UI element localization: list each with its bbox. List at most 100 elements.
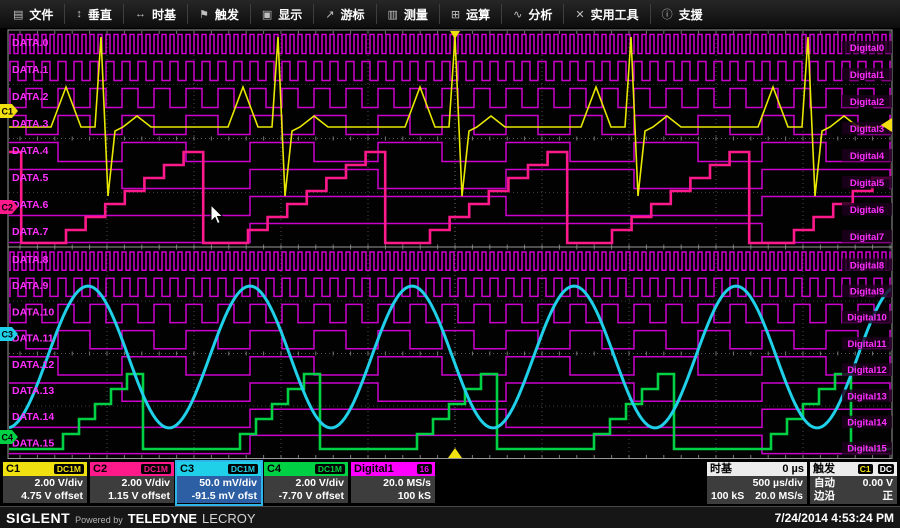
descriptor-scale: 20.0 MS/s (355, 477, 431, 490)
digital-label-right-8: Digital8 (850, 260, 884, 271)
menu-item-trigger[interactable]: ⚑触发 (188, 3, 250, 25)
descriptor-offset: 1.15 V offset (94, 490, 170, 503)
utilities-icon: ✕ (575, 8, 584, 21)
bus-label-left-6: DATA.6 (12, 199, 49, 211)
descriptor-scale: 50.0 mV/div (181, 477, 257, 490)
brand-teledyne: TELEDYNE (128, 511, 197, 526)
support-icon: ⓘ (662, 6, 673, 22)
digital-label-right-2: Digital2 (850, 97, 884, 108)
bus-label-left-9: DATA.9 (12, 280, 49, 292)
cursors-icon: ↗ (325, 8, 334, 21)
descriptor-c3[interactable]: C3 DC1M 50.0 mV/div-91.5 mV ofst (177, 462, 261, 504)
descriptor-values: 2.00 V/div1.15 V offset (90, 476, 174, 503)
digital-label-right-14: Digital14 (847, 418, 887, 429)
math-icon: ⊞ (451, 8, 460, 21)
digital-label-right-9: Digital9 (850, 287, 884, 298)
descriptor-c2[interactable]: C2DC1M2.00 V/div1.15 V offset (90, 462, 174, 504)
descriptor-c1[interactable]: C1DC1M2.00 V/div4.75 V offset (3, 462, 87, 504)
trigger-slope: 正 (883, 490, 894, 503)
trigger-level: 0.00 V (863, 477, 893, 490)
datetime-display: 7/24/2014 4:53:24 PM (775, 511, 894, 525)
menu-item-display[interactable]: ▣ 显示 (251, 3, 313, 25)
menu-bar: ▤文件 ↕ 垂直 ↔ 时基 ⚑触发 ▣ 显示 ↗ 游标 ▥测量 ⊞ 运算 ∿分析✕实用工具 ⓘ 支援 (0, 0, 900, 28)
descriptor-c4[interactable]: C4 DC1M 2.00 V/div-7.70 V offset (264, 462, 348, 504)
menu-item-support[interactable]: ⓘ 支援 (651, 3, 714, 25)
timebase-position: 0 µs (782, 462, 804, 476)
menu-item-label: 垂直 (88, 6, 112, 23)
descriptor-values: 20.0 MS/s100 kS (351, 476, 435, 503)
bus-label-left-11: DATA.11 (12, 333, 54, 345)
display-icon: ▣ (262, 8, 272, 21)
svg-text:C2: C2 (2, 203, 14, 213)
descriptor-offset: 4.75 V offset (7, 490, 83, 503)
menu-item-label: 文件 (29, 6, 53, 23)
svg-text:C4: C4 (2, 433, 14, 443)
trigger-icon: ⚑ (199, 8, 209, 21)
digital-trace-0 (9, 35, 891, 54)
menu-item-timebase[interactable]: ↔ 时基 (124, 3, 187, 25)
trigger-type: 边沿 (814, 490, 835, 503)
digital-label-right-15: Digital15 (847, 444, 887, 455)
descriptor-channel-name: C1 (6, 463, 20, 475)
descriptor-scale: 2.00 V/div (7, 477, 83, 490)
analysis-icon: ∿ (513, 8, 522, 21)
descriptor-scale: 2.00 V/div (268, 477, 344, 490)
digital-label-right-5: Digital5 (850, 178, 885, 189)
bus-label-left-15: DATA.15 (12, 437, 54, 449)
bus-label-left-14: DATA.14 (12, 411, 54, 423)
descriptor-coupling-badge: DC1M (315, 464, 345, 474)
digital-label-right-12: Digital12 (847, 365, 887, 376)
menu-item-utilities[interactable]: ✕实用工具 (564, 3, 649, 25)
svg-text:C1: C1 (2, 107, 14, 117)
timebase-panel[interactable]: 时基 0 µs 500 µs/div 100 kS 20.0 MS/s (707, 462, 807, 504)
descriptor-digital1[interactable]: Digital11620.0 MS/s100 kS (351, 462, 435, 504)
menu-item-measure[interactable]: ▥测量 (377, 3, 439, 25)
menu-item-math[interactable]: ⊞ 运算 (440, 3, 501, 25)
bus-label-left-4: DATA.4 (12, 145, 49, 157)
svg-text:C3: C3 (2, 330, 14, 340)
descriptor-offset: -91.5 mV ofst (181, 490, 257, 503)
descriptor-coupling-badge: DC1M (228, 464, 258, 474)
descriptor-values: 50.0 mV/div-91.5 mV ofst (177, 476, 261, 503)
digital-label-right-3: Digital3 (850, 124, 884, 135)
timebase-rate: 20.0 MS/s (755, 490, 803, 503)
descriptor-channel-name: C4 (267, 463, 281, 475)
digital-label-right-0: Digital0 (850, 43, 884, 54)
bus-label-left-2: DATA.2 (12, 91, 49, 103)
menu-item-label: 运算 (466, 6, 490, 23)
bus-label-left-3: DATA.3 (12, 118, 49, 130)
digital-label-right-11: Digital11 (847, 339, 887, 350)
descriptor-offset: -7.70 V offset (268, 490, 344, 503)
menu-item-label: 显示 (278, 6, 302, 23)
bus-label-left-8: DATA.8 (12, 254, 49, 266)
brand-logo: SIGLENT Powered by TELEDYNE LECROY (6, 510, 256, 526)
timebase-icon: ↔ (135, 8, 146, 20)
digital-label-right-1: Digital1 (850, 70, 885, 81)
brand-siglent: SIGLENT (6, 510, 70, 526)
menu-item-label: 支援 (679, 6, 703, 23)
timebase-samples: 100 kS (711, 490, 744, 503)
trigger-mode: 自动 (814, 477, 835, 490)
menu-item-vertical[interactable]: ↕ 垂直 (65, 3, 123, 25)
timebase-scale: 500 µs/div (753, 477, 803, 490)
bus-label-left-5: DATA.5 (12, 172, 49, 184)
menu-item-file[interactable]: ▤文件 (2, 3, 64, 25)
timebase-title: 时基 (710, 462, 732, 476)
footer-bar: SIGLENT Powered by TELEDYNE LECROY 7/24/… (0, 506, 900, 528)
menu-item-analysis[interactable]: ∿分析 (502, 3, 563, 25)
trigger-panel[interactable]: 触发 C1 DC 自动 0.00 V 边沿 正 (810, 462, 897, 504)
digital-label-right-13: Digital13 (847, 391, 887, 402)
descriptor-channel-name: C3 (180, 463, 194, 475)
scope-display: DATA.0DATA.1DATA.2DATA.3DATA.4DATA.5DATA… (0, 28, 900, 460)
digital-label-right-7: Digital7 (850, 232, 884, 243)
menu-item-cursors[interactable]: ↗ 游标 (314, 3, 375, 25)
trigger-title: 触发 (813, 462, 835, 476)
menu-item-label: 时基 (152, 6, 176, 23)
descriptor-values: 2.00 V/div4.75 V offset (3, 476, 87, 503)
vertical-icon: ↕ (76, 8, 82, 20)
descriptor-channel-name: C2 (93, 463, 107, 475)
digital-label-right-6: Digital6 (850, 205, 884, 216)
brand-lecroy: LECROY (202, 511, 255, 526)
digital-label-right-10: Digital10 (847, 313, 887, 324)
menu-item-label: 游标 (340, 6, 364, 23)
